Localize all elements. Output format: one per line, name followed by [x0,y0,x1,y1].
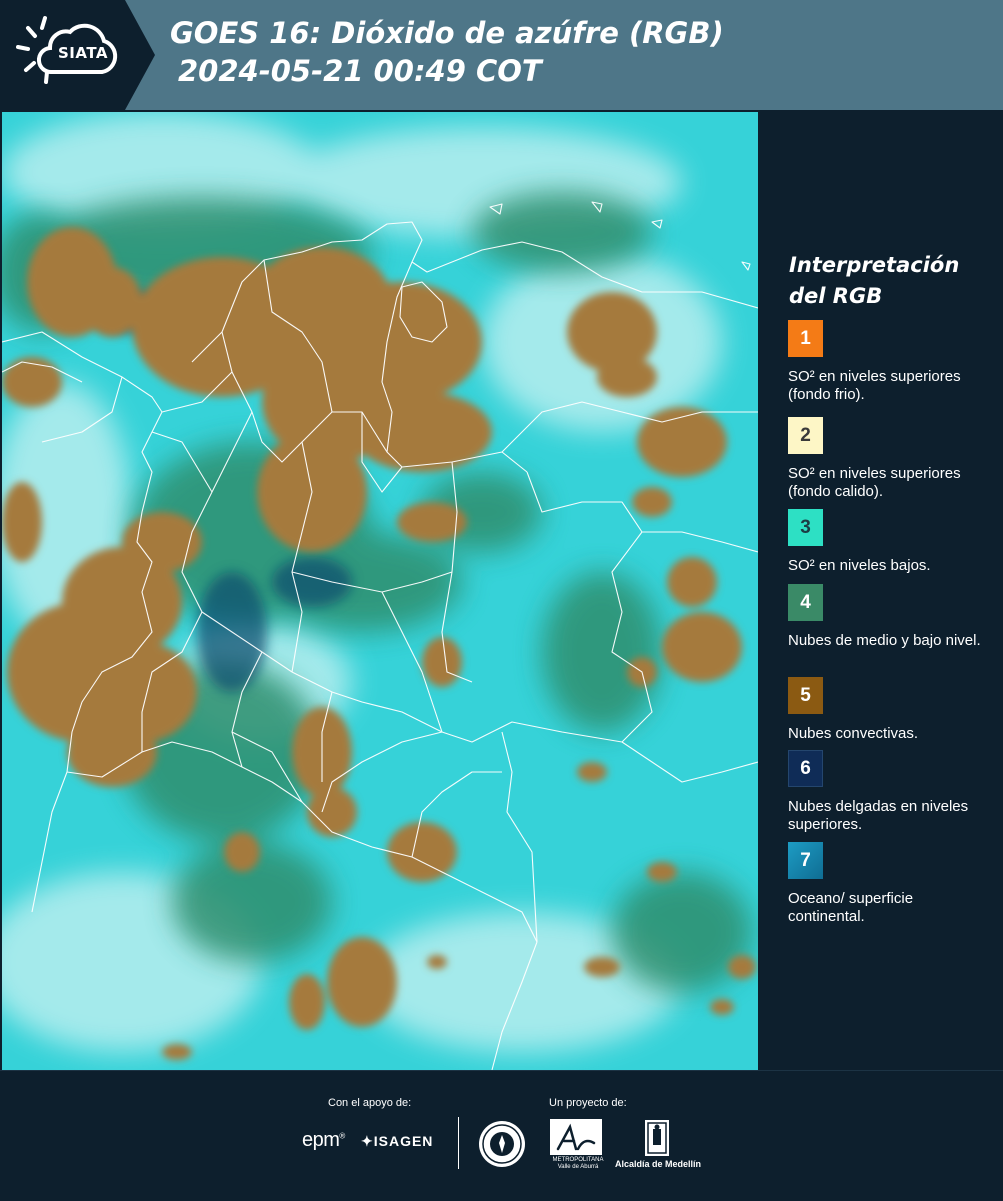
title-product: GOES 16: Dióxido de azúfre (RGB) [170,16,724,50]
isagen-logo-text: ISAGEN [373,1133,434,1149]
legend-swatch-5: 5 [788,677,823,714]
legend-text-5: Nubes convectivas. [788,725,919,742]
legend-text-6: Nubes delgadas en niveles superiores. [788,798,969,833]
rgb-legend-panel: Interpretación del RGB 1 SO² en niveles … [762,112,1003,1070]
isagen-logo: ✦ISAGEN [361,1133,433,1150]
legend-item-1: 1 SO² en niveles superiores (fondo frio)… [788,320,993,404]
page-title: GOES 16: Dióxido de azúfre (RGB) 2024-05… [170,14,724,90]
title-timestamp: 2024-05-21 00:49 COT [178,54,542,88]
epm-logo: epm® [302,1129,345,1151]
epm-logo-text: epm [302,1129,340,1151]
isagen-star-icon: ✦ [361,1133,374,1149]
legend-text-4: Nubes de medio y bajo nivel. [788,632,981,649]
siata-logo-text: SIATA [57,44,108,62]
legend-item-4: 4 Nubes de medio y bajo nivel. [788,584,993,650]
satellite-map [2,112,758,1070]
legend-text-7: Oceano/ superficie continental. [788,890,914,925]
header-banner: SIATA GOES 16: Dióxido de azúfre (RGB) 2… [0,0,1003,110]
legend-swatch-2: 2 [788,417,823,454]
legend-swatch-7: 7 [788,842,823,879]
alcaldia-name: Alcaldía de Medellín [614,1159,702,1169]
legend-swatch-3: 3 [788,509,823,546]
footer-divider [458,1117,459,1169]
legend-swatch-1: 1 [788,320,823,357]
alcaldia-shield-icon [645,1120,669,1156]
legend-item-5: 5 Nubes convectivas. [788,677,993,743]
legend-item-3: 3 SO² en niveles bajos. [788,509,993,575]
legend-swatch-6: 6 [788,750,823,787]
legend-item-7: 7 Oceano/ superficie continental. [788,842,993,926]
legend-swatch-4: 4 [788,584,823,621]
siata-logo: SIATA [0,0,155,110]
support-label: Con el apoyo de: [328,1097,412,1109]
area-metropolitana-name: METROPOLITANA Valle de Aburrá [552,1157,604,1170]
legend-text-3: SO² en niveles bajos. [788,557,931,574]
legend-text-1: SO² en niveles superiores (fondo frio). [788,368,961,403]
footer-sponsors: Con el apoyo de: Un proyecto de: epm® ✦I… [0,1070,1003,1201]
medellin-seal-icon [479,1121,525,1167]
legend-item-2: 2 SO² en niveles superiores (fondo calid… [788,417,993,501]
legend-title: Interpretación del RGB [789,253,960,308]
legend-item-6: 6 Nubes delgadas en niveles superiores. [788,750,993,834]
project-label: Un proyecto de: [549,1097,627,1109]
legend-text-2: SO² en niveles superiores (fondo calido)… [788,465,961,500]
